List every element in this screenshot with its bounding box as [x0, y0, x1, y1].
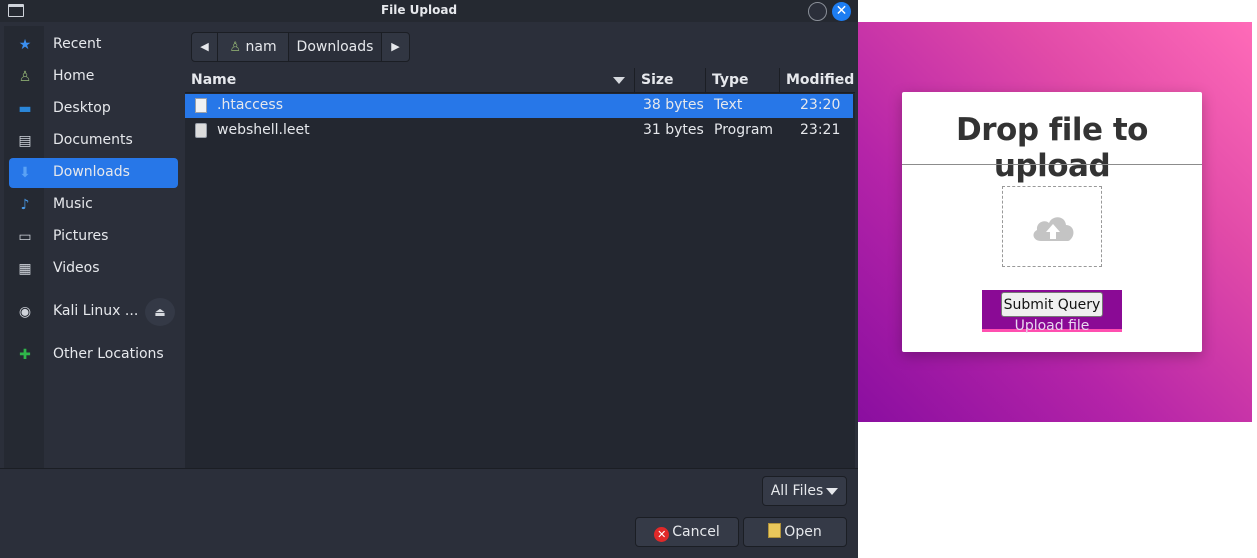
file-type-filter-dropdown[interactable]: All Files [762, 476, 847, 506]
file-size: 38 bytes [643, 97, 704, 113]
sidebar-item-label: Downloads [53, 164, 130, 180]
music-note-icon: ♪ [20, 197, 30, 213]
sidebar-item-label: Home [53, 68, 95, 84]
submit-query-button[interactable]: Submit Query [1001, 292, 1103, 317]
column-header-size[interactable]: Size [641, 72, 674, 88]
picture-icon: ▭ [18, 229, 32, 245]
user-home-icon: ♙ [229, 40, 242, 55]
filter-label: All Files [770, 483, 824, 499]
film-icon: ▦ [18, 261, 32, 277]
file-list: Name Size Type Modified .htaccess 38 byt… [185, 68, 855, 468]
open-label: Open [784, 524, 822, 540]
cancel-button[interactable]: ✕ Cancel [635, 517, 739, 547]
file-name: .htaccess [217, 97, 283, 113]
file-size: 31 bytes [643, 122, 704, 138]
upload-heading: Drop file to upload [956, 112, 1148, 184]
upload-card: Drop file to upload Submit Query Upload … [902, 92, 1202, 352]
download-arrow-icon: ⬇ [19, 165, 31, 181]
column-divider [779, 68, 780, 93]
cancel-x-icon: ✕ [654, 527, 670, 542]
path-forward-arrow-icon[interactable]: ▶ [382, 33, 409, 61]
sidebar-item-label: Pictures [53, 228, 109, 244]
cloud-upload-icon [1033, 217, 1074, 241]
path-back-arrow-icon[interactable]: ◀ [192, 33, 217, 61]
sidebar-item-recent[interactable]: ★ Recent [9, 30, 178, 60]
file-name: webshell.leet [217, 122, 310, 138]
dialog-action-area: All Files ✕ Cancel Open [0, 468, 858, 558]
sidebar-item-other-locations[interactable]: ✚ Other Locations [9, 340, 178, 370]
column-divider [634, 68, 635, 93]
cancel-label: Cancel [672, 524, 720, 540]
path-segment-label: nam [245, 39, 277, 55]
document-icon: ▤ [18, 133, 32, 149]
eject-icon[interactable]: ⏏ [145, 298, 175, 326]
table-row[interactable]: webshell.leet 31 bytes Program 23:21 [185, 119, 853, 143]
sidebar-item-kali-linux[interactable]: ◉ Kali Linux ... ⏏ [9, 297, 178, 327]
sidebar-item-documents[interactable]: ▤ Documents [9, 126, 178, 156]
program-file-icon [195, 123, 207, 138]
path-segment-downloads[interactable]: Downloads [289, 33, 381, 61]
path-segment-home[interactable]: ♙ nam [218, 33, 288, 61]
table-row[interactable]: .htaccess 38 bytes Text 23:20 [185, 94, 853, 118]
sort-descending-icon[interactable] [613, 77, 625, 84]
minimize-button[interactable] [808, 2, 827, 21]
dialog-titlebar[interactable]: File Upload ✕ [0, 0, 858, 22]
file-list-header: Name Size Type Modified [185, 68, 855, 93]
plus-icon: ✚ [19, 347, 31, 363]
sidebar-item-pictures[interactable]: ▭ Pictures [9, 222, 178, 252]
sidebar-item-downloads[interactable]: ⬇ Downloads [9, 158, 178, 188]
sidebar-item-label: Kali Linux ... [53, 303, 139, 319]
chevron-down-icon [826, 487, 839, 495]
column-divider [705, 68, 706, 93]
sidebar-item-videos[interactable]: ▦ Videos [9, 254, 178, 284]
file-upload-dialog: File Upload ✕ ★ Recent ♙ Home ▬ Desktop … [0, 0, 858, 558]
star-icon: ★ [18, 37, 32, 53]
sidebar-item-label: Other Locations [53, 346, 164, 362]
disc-icon: ◉ [18, 304, 32, 320]
dialog-title: File Upload [380, 3, 458, 17]
sidebar-item-label: Music [53, 196, 93, 212]
sidebar-item-label: Documents [53, 132, 133, 148]
sidebar-item-label: Videos [53, 260, 100, 276]
column-header-modified[interactable]: Modified [786, 72, 854, 88]
home-user-icon: ♙ [18, 69, 32, 85]
column-header-type[interactable]: Type [712, 72, 749, 88]
heading-divider [902, 164, 1202, 165]
sidebar-item-music[interactable]: ♪ Music [9, 190, 178, 220]
file-type: Program [714, 122, 774, 138]
upload-button-wrapper[interactable]: Submit Query Upload file [982, 290, 1122, 334]
column-header-name[interactable]: Name [191, 72, 236, 88]
close-icon[interactable]: ✕ [832, 2, 851, 21]
path-bar: ◀ ♙ nam Downloads ▶ [191, 32, 410, 62]
upload-file-label[interactable]: Upload file [982, 318, 1122, 334]
sidebar-item-desktop[interactable]: ▬ Desktop [9, 94, 178, 124]
sidebar-item-home[interactable]: ♙ Home [9, 62, 178, 92]
text-file-icon [195, 98, 207, 113]
drop-zone[interactable] [1002, 186, 1102, 267]
sidebar-item-label: Recent [53, 36, 102, 52]
file-modified: 23:21 [800, 122, 841, 138]
sidebar-item-label: Desktop [53, 100, 111, 116]
file-modified: 23:20 [800, 97, 841, 113]
open-file-icon [768, 523, 782, 538]
open-button[interactable]: Open [743, 517, 847, 547]
places-sidebar: ★ Recent ♙ Home ▬ Desktop ▤ Documents ⬇ … [4, 26, 184, 468]
file-type: Text [714, 97, 743, 113]
desktop-icon: ▬ [18, 101, 32, 117]
